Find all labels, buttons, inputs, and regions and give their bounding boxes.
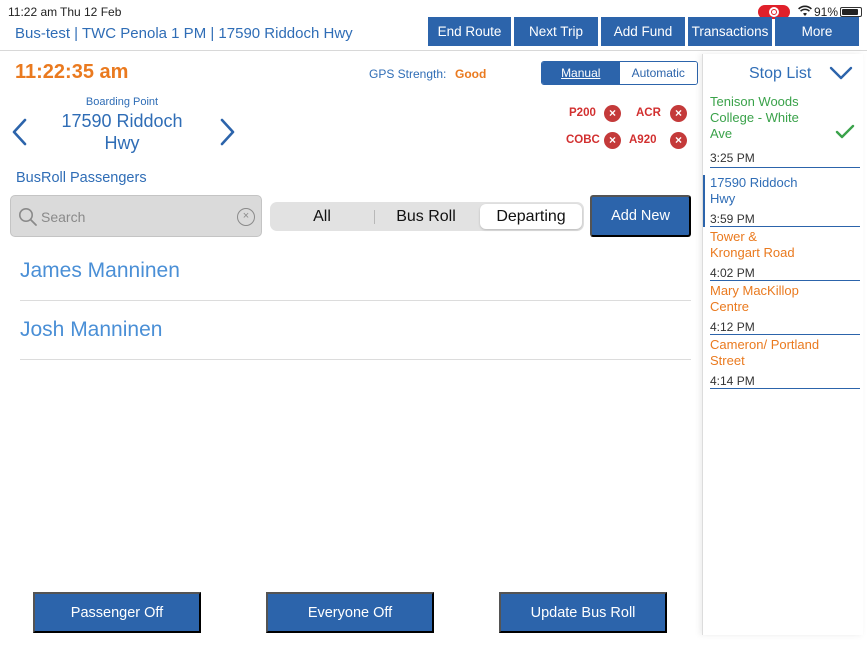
chevron-down-icon[interactable] <box>829 66 853 80</box>
transactions-button[interactable]: Transactions <box>688 17 772 46</box>
search-box: × <box>10 195 262 237</box>
remove-a920-icon[interactable]: × <box>670 132 687 149</box>
boarding-point-label: Boarding Point <box>85 96 159 108</box>
battery-icon <box>840 7 862 17</box>
gps-strength-label: GPS Strength: <box>369 67 447 81</box>
remove-cobc-icon[interactable]: × <box>604 132 621 149</box>
stop-time: 4:12 PM <box>710 320 755 334</box>
stop-list-item[interactable]: Mary MacKillop Centre 4:12 PM <box>710 283 860 335</box>
add-fund-button[interactable]: Add Fund <box>601 17 685 46</box>
passenger-off-button[interactable]: Passenger Off <box>33 592 201 633</box>
code-p200: P200 <box>569 107 596 119</box>
stop-name: Cameron/ Portland Street <box>710 337 820 368</box>
stop-time: 3:25 PM <box>710 151 755 165</box>
header-divider <box>0 50 867 51</box>
search-icon <box>19 208 37 226</box>
more-button[interactable]: More <box>775 17 859 46</box>
stop-list-item-current[interactable]: 17590 Riddoch Hwy 3:59 PM <box>710 175 860 227</box>
stop-list-item[interactable]: Tower & Krongart Road 4:02 PM <box>710 229 860 281</box>
mode-segmented-control: Manual Automatic <box>541 61 698 85</box>
next-stop-chevron-icon[interactable] <box>217 117 237 147</box>
stop-name: 17590 Riddoch Hwy <box>710 175 798 206</box>
filter-departing-tab[interactable]: Departing <box>480 204 582 229</box>
stop-name: Mary MacKillop Centre <box>710 283 799 314</box>
passenger-filter-control: All Bus Roll Departing <box>270 202 584 231</box>
code-acr: ACR <box>636 107 661 119</box>
clear-search-icon[interactable]: × <box>237 208 255 226</box>
boarding-point-name: 17590 Riddoch Hwy <box>61 111 183 153</box>
top-toolbar: End Route Next Trip Add Fund Transaction… <box>428 17 859 46</box>
stop-time: 4:14 PM <box>710 374 755 388</box>
busroll-passengers-title: BusRoll Passengers <box>16 170 147 186</box>
search-input[interactable] <box>41 206 231 228</box>
stop-list-title: Stop List <box>749 65 812 82</box>
passenger-name[interactable]: Josh Manninen <box>20 318 162 342</box>
passenger-row[interactable]: Josh Manninen <box>20 302 691 360</box>
completed-check-icon <box>835 124 855 139</box>
gps-strength-value: Good <box>455 67 487 81</box>
mode-manual-tab[interactable]: Manual <box>542 62 620 84</box>
filter-bus-roll-tab[interactable]: Bus Roll <box>376 204 476 229</box>
remove-acr-icon[interactable]: × <box>670 105 687 122</box>
previous-stop-chevron-icon[interactable] <box>10 117 30 147</box>
everyone-off-button[interactable]: Everyone Off <box>266 592 434 633</box>
app-root: 11:22 am Thu 12 Feb 91% Bus-test | TWC P… <box>0 0 867 649</box>
stop-list-panel: Stop List Tenison Woods College - White … <box>702 54 863 635</box>
stop-name: Tenison Woods College - White Ave <box>710 94 799 141</box>
stop-time: 4:02 PM <box>710 266 755 280</box>
next-trip-button[interactable]: Next Trip <box>514 17 598 46</box>
passenger-row[interactable]: James Manninen <box>20 243 691 301</box>
filter-all-tab[interactable]: All <box>272 204 372 229</box>
passenger-name[interactable]: James Manninen <box>20 259 180 283</box>
update-bus-roll-button[interactable]: Update Bus Roll <box>499 592 667 633</box>
filter-divider <box>374 210 375 224</box>
mode-automatic-tab[interactable]: Automatic <box>619 62 697 84</box>
code-a920: A920 <box>629 134 657 146</box>
end-route-button[interactable]: End Route <box>428 17 511 46</box>
current-time: 11:22:35 am <box>15 61 129 83</box>
remove-p200-icon[interactable]: × <box>604 105 621 122</box>
stop-list-item[interactable]: Cameron/ Portland Street 4:14 PM <box>710 337 860 389</box>
status-date: Thu 12 Feb <box>60 5 122 19</box>
stop-list-header[interactable]: Stop List <box>703 54 864 92</box>
route-title: Bus-test | TWC Penola 1 PM | 17590 Riddo… <box>15 25 353 42</box>
stop-time: 3:59 PM <box>710 212 755 226</box>
add-new-button[interactable]: Add New <box>590 195 691 237</box>
current-stop-indicator <box>703 175 705 227</box>
code-cobc: COBC <box>566 134 600 146</box>
stop-name: Tower & Krongart Road <box>710 229 795 260</box>
status-time: 11:22 am <box>8 5 58 19</box>
wifi-icon <box>798 5 812 16</box>
